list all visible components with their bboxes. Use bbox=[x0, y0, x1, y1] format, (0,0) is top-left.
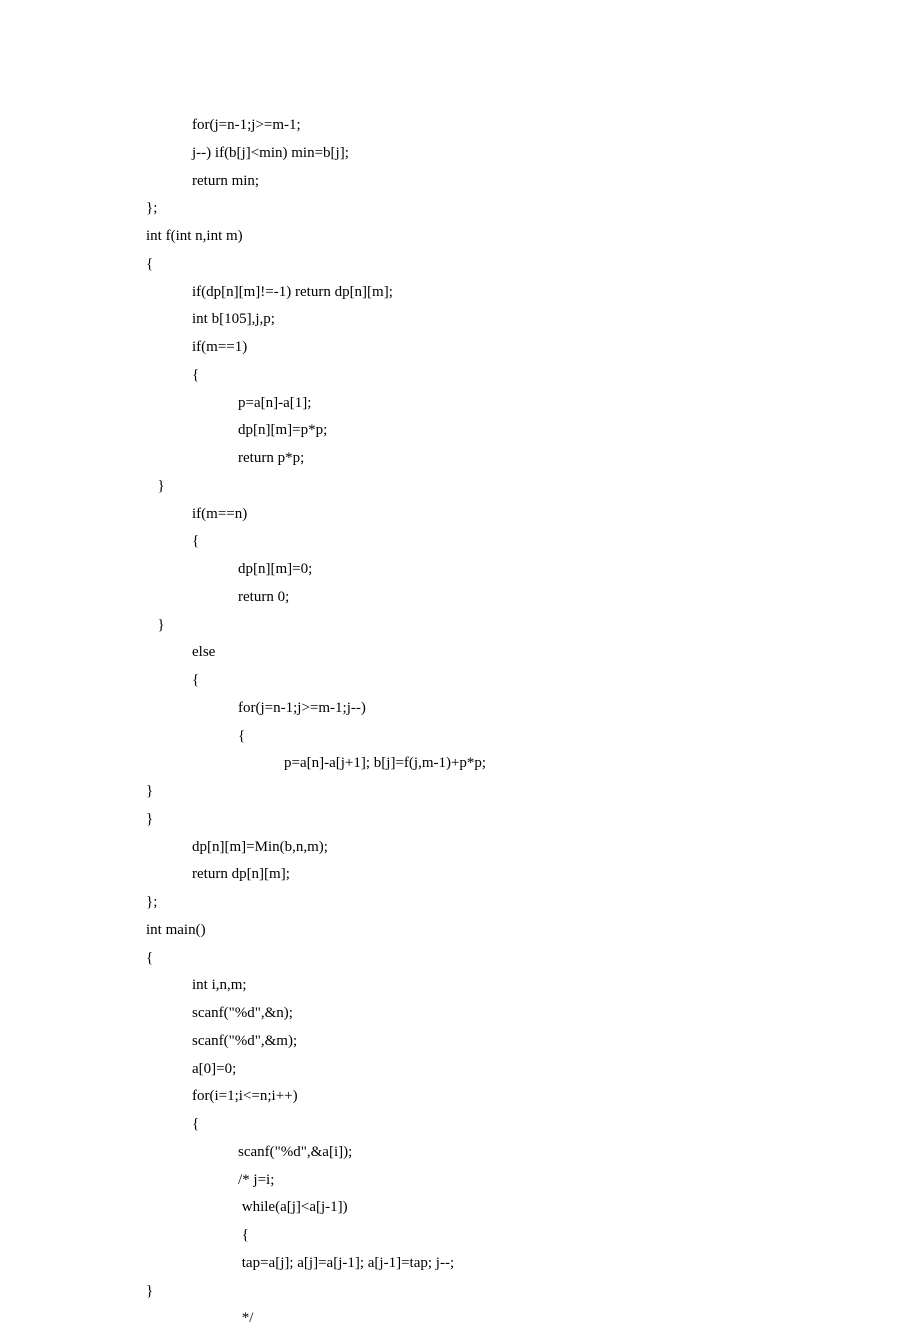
code-line: */ bbox=[146, 1305, 920, 1333]
code-line: int main() bbox=[146, 917, 920, 945]
code-line: } bbox=[146, 612, 920, 640]
code-line: /* j=i; bbox=[146, 1167, 920, 1195]
code-line: j--) if(b[j]<min) min=b[j]; bbox=[146, 140, 920, 168]
code-line: else bbox=[146, 639, 920, 667]
code-line: return 0; bbox=[146, 584, 920, 612]
code-line: while(a[j]<a[j-1]) bbox=[146, 1194, 920, 1222]
code-line: for(j=n-1;j>=m-1; bbox=[146, 112, 920, 140]
code-line: } bbox=[146, 806, 920, 834]
code-line: if(m==1) bbox=[146, 334, 920, 362]
code-line: { bbox=[146, 362, 920, 390]
code-line: { bbox=[146, 945, 920, 973]
code-line: return dp[n][m]; bbox=[146, 861, 920, 889]
code-page: for(j=n-1;j>=m-1;j--) if(b[j]<min) min=b… bbox=[0, 0, 920, 1333]
code-line: int i,n,m; bbox=[146, 972, 920, 1000]
code-line: { bbox=[146, 251, 920, 279]
code-line: scanf("%d",&a[i]); bbox=[146, 1139, 920, 1167]
code-line: return p*p; bbox=[146, 445, 920, 473]
code-line: } bbox=[146, 473, 920, 501]
code-line: if(dp[n][m]!=-1) return dp[n][m]; bbox=[146, 279, 920, 307]
code-line: dp[n][m]=p*p; bbox=[146, 417, 920, 445]
code-line: { bbox=[146, 667, 920, 695]
code-line: } bbox=[146, 778, 920, 806]
code-line: dp[n][m]=Min(b,n,m); bbox=[146, 834, 920, 862]
code-line: int f(int n,int m) bbox=[146, 223, 920, 251]
code-line: }; bbox=[146, 889, 920, 917]
code-line: { bbox=[146, 723, 920, 751]
code-line: p=a[n]-a[j+1]; b[j]=f(j,m-1)+p*p; bbox=[146, 750, 920, 778]
code-line: { bbox=[146, 528, 920, 556]
code-line: { bbox=[146, 1222, 920, 1250]
code-line: scanf("%d",&n); bbox=[146, 1000, 920, 1028]
code-line: dp[n][m]=0; bbox=[146, 556, 920, 584]
code-line: scanf("%d",&m); bbox=[146, 1028, 920, 1056]
code-line: a[0]=0; bbox=[146, 1056, 920, 1084]
code-line: p=a[n]-a[1]; bbox=[146, 390, 920, 418]
code-line: for(j=n-1;j>=m-1;j--) bbox=[146, 695, 920, 723]
code-line: { bbox=[146, 1111, 920, 1139]
code-line: return min; bbox=[146, 168, 920, 196]
code-line: for(i=1;i<=n;i++) bbox=[146, 1083, 920, 1111]
code-line: if(m==n) bbox=[146, 501, 920, 529]
code-line: tap=a[j]; a[j]=a[j-1]; a[j-1]=tap; j--; bbox=[146, 1250, 920, 1278]
code-line: }; bbox=[146, 195, 920, 223]
code-line: } bbox=[146, 1278, 920, 1306]
code-line: int b[105],j,p; bbox=[146, 306, 920, 334]
